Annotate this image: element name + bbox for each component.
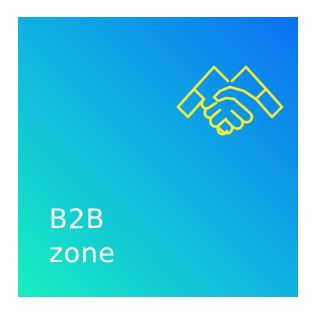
tile-label-line1: B2B [49, 204, 105, 235]
tile-label-line2: zone [49, 238, 116, 269]
handshake-icon [170, 43, 290, 163]
b2b-zone-tile[interactable]: B2B zone [18, 17, 298, 297]
tile-label: B2B zone [49, 203, 115, 271]
